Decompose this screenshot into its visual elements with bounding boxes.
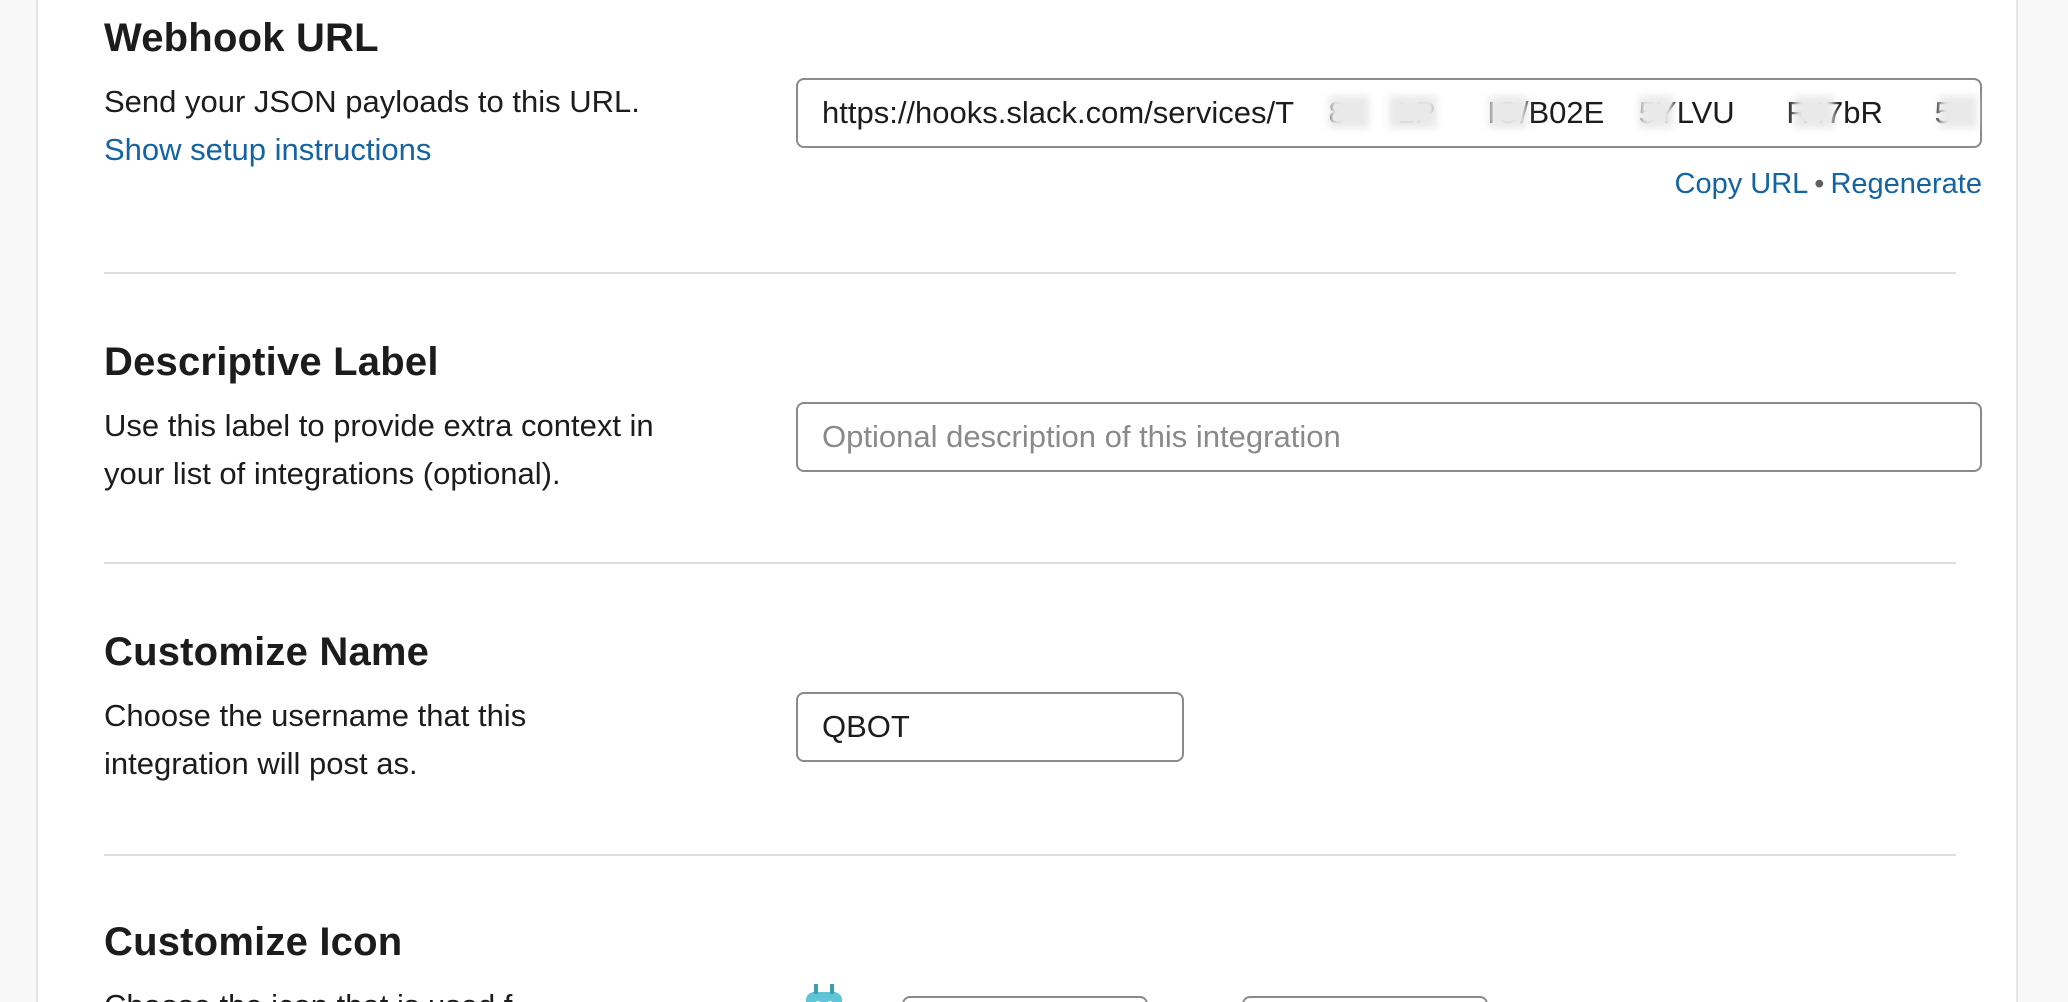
redaction-blur: [1939, 96, 1977, 128]
webhook-url-actions: Copy URL • Regenerate: [796, 168, 1983, 201]
redaction-blur: [1639, 96, 1673, 128]
regenerate-link[interactable]: Regenerate: [1830, 168, 1982, 200]
customize-icon-description: Choose the icon that is used f: [104, 982, 664, 1002]
webhook-url-title: Webhook URL: [104, 16, 379, 60]
redaction-blur: [1794, 96, 1834, 128]
customize-name-section: Customize Name Choose the username that …: [104, 564, 1956, 854]
settings-panel: Webhook URL Send your JSON payloads to t…: [36, 0, 2018, 1002]
upload-image-option[interactable]: [902, 996, 1148, 1002]
customize-icon-title: Customize Icon: [104, 920, 403, 964]
customize-name-input[interactable]: [796, 692, 1184, 762]
redaction-blur: [1329, 96, 1369, 128]
descriptive-label-section: Descriptive Label Use this label to prov…: [104, 274, 1982, 562]
webhook-url-section: Webhook URL Send your JSON payloads to t…: [104, 0, 1982, 272]
separator-dot: •: [1814, 168, 1825, 200]
bot-avatar-icon: [806, 984, 842, 1002]
emoji-option[interactable]: [1242, 996, 1488, 1002]
copy-url-link[interactable]: Copy URL: [1675, 168, 1809, 200]
customize-name-description: Choose the username that this integratio…: [104, 698, 527, 781]
customize-icon-section: Customize Icon Choose the icon that is u…: [104, 856, 1956, 1002]
descriptive-label-title: Descriptive Label: [104, 340, 439, 384]
redaction-blur: [1489, 96, 1527, 128]
webhook-url-field-wrap: [104, 78, 1982, 150]
redaction-blur: [1389, 96, 1437, 128]
descriptive-label-description: Use this label to provide extra context …: [104, 408, 654, 491]
descriptive-label-input[interactable]: [796, 402, 1982, 472]
customize-name-title: Customize Name: [104, 630, 430, 674]
